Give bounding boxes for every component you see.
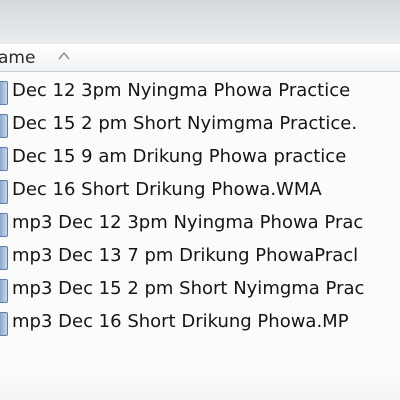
file-name: Dec 15 2 pm Short Nyimgma Practice. [12,113,358,134]
list-bottom-edge [0,372,400,400]
column-header-label: ame [0,48,36,68]
file-name: mp3 Dec 15 2 pm Short Nyimgma Prac [12,278,365,299]
file-row[interactable]: mp3 Dec 15 2 pm Short Nyimgma Prac [0,274,400,307]
audio-file-icon [0,81,8,105]
file-row[interactable]: mp3 Dec 12 3pm Nyingma Phowa Prac [0,208,400,241]
file-name: Dec 16 Short Drikung Phowa.WMA [12,179,322,200]
toolbar-area [0,0,400,44]
file-row[interactable]: mp3 Dec 13 7 pm Drikung PhowaPracl [0,241,400,274]
audio-file-icon [0,147,8,171]
column-header-name[interactable]: ame [0,44,400,72]
file-name: mp3 Dec 13 7 pm Drikung PhowaPracl [12,245,359,266]
file-name: mp3 Dec 12 3pm Nyingma Phowa Prac [12,212,364,233]
audio-file-icon [0,180,8,204]
file-name: Dec 15 9 am Drikung Phowa practice [12,146,347,167]
audio-file-icon [0,246,8,270]
file-row[interactable]: Dec 16 Short Drikung Phowa.WMA [0,175,400,208]
sort-ascending-icon[interactable] [58,51,70,61]
file-row[interactable]: Dec 12 3pm Nyingma Phowa Practice [0,76,400,109]
audio-file-icon [0,213,8,237]
file-name: mp3 Dec 16 Short Drikung Phowa.MP [12,311,349,332]
file-row[interactable]: Dec 15 9 am Drikung Phowa practice [0,142,400,175]
file-list: Dec 12 3pm Nyingma Phowa Practice Dec 15… [0,76,400,340]
audio-file-icon [0,114,8,138]
file-row[interactable]: Dec 15 2 pm Short Nyimgma Practice. [0,109,400,142]
file-name: Dec 12 3pm Nyingma Phowa Practice [12,80,351,101]
audio-file-icon [0,312,8,336]
file-row[interactable]: mp3 Dec 16 Short Drikung Phowa.MP [0,307,400,340]
file-explorer-window: ame Dec 12 3pm Nyingma Phowa Practice De… [0,0,400,400]
audio-file-icon [0,279,8,303]
